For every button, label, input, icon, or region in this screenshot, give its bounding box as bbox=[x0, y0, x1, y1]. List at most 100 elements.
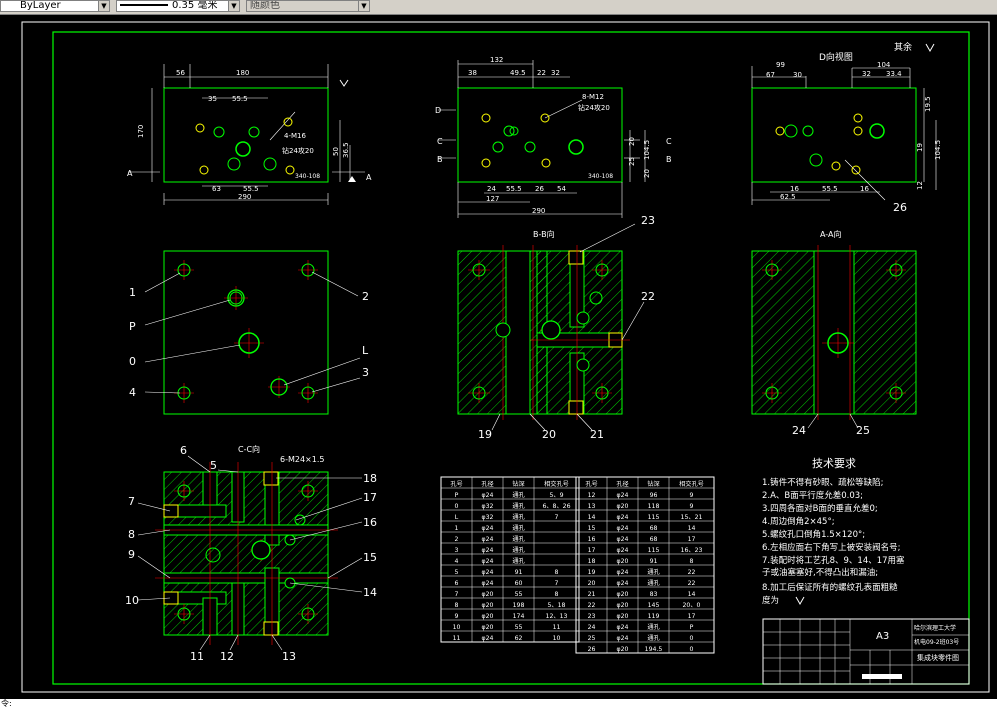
section-label: C bbox=[666, 137, 672, 146]
properties-toolbar: ByLayer ▼ 0.35 毫米 ▼ 随颜色 ▼ bbox=[0, 0, 997, 15]
table-cell: 通孔 bbox=[647, 623, 659, 631]
table-cell: φ24 bbox=[617, 624, 629, 631]
table-cell: 2 bbox=[455, 536, 459, 543]
section-label: A bbox=[366, 173, 372, 182]
note-text: 340-108 bbox=[588, 173, 613, 180]
tech-title: 技术要求 bbox=[812, 457, 856, 470]
hole-layout-view: 1 2 P 0 L 3 4 bbox=[129, 250, 369, 415]
table-cell: 通孔 bbox=[512, 557, 524, 565]
view-c-face bbox=[438, 60, 646, 218]
callout-number: 20 bbox=[542, 428, 556, 441]
table-cell: 13 bbox=[588, 503, 596, 510]
tech-item: 7.装配时将工艺孔8、9、14、17用塞 bbox=[762, 555, 905, 566]
note-text: 4-M16 bbox=[284, 132, 306, 140]
section-label: B bbox=[437, 155, 443, 164]
table-cell: 62 bbox=[515, 635, 523, 642]
dim-text: 170 bbox=[137, 125, 145, 138]
table-cell: φ24 bbox=[617, 547, 629, 554]
table-cell: φ24 bbox=[482, 492, 494, 499]
dim-text: 20 bbox=[643, 169, 651, 178]
roughness-symbol-icon bbox=[339, 79, 349, 87]
table-cell: φ32 bbox=[482, 503, 494, 510]
table-header: 相交孔号 bbox=[544, 480, 569, 488]
dim-text: 30 bbox=[793, 71, 802, 79]
chevron-down-icon[interactable]: ▼ bbox=[98, 1, 109, 11]
command-line[interactable]: 令: bbox=[0, 699, 997, 709]
table-cell: 22 bbox=[588, 602, 596, 609]
linetype-dropdown[interactable]: ByLayer ▼ bbox=[0, 0, 110, 12]
table-cell: φ24 bbox=[617, 536, 629, 543]
table-cell: 91 bbox=[650, 558, 658, 565]
table-cell: 115 bbox=[648, 547, 660, 554]
tech-item: 度为 bbox=[762, 595, 779, 606]
table-cell: 68 bbox=[650, 525, 658, 532]
table-cell: φ20 bbox=[482, 591, 494, 598]
table-cell: φ24 bbox=[617, 635, 629, 642]
table-cell: 15、21 bbox=[681, 514, 703, 521]
table-cell: 14 bbox=[688, 591, 696, 598]
dim-text: 26 bbox=[535, 185, 544, 193]
dim-text: 56 bbox=[176, 69, 185, 77]
table-cell: 11 bbox=[453, 635, 461, 642]
dim-text: 290 bbox=[238, 193, 251, 201]
table-cell: 96 bbox=[650, 492, 658, 499]
table-cell: φ20 bbox=[617, 591, 629, 598]
table-cell: φ24 bbox=[482, 558, 494, 565]
callout-number: 25 bbox=[856, 424, 870, 437]
table-cell: 20、0 bbox=[683, 602, 701, 609]
dim-text: 99 bbox=[776, 61, 785, 69]
class-number: 机电09-2班03号 bbox=[914, 638, 959, 646]
dim-text: 55.5 bbox=[506, 185, 522, 193]
table-cell: 20 bbox=[588, 580, 596, 587]
table-header: 相交孔号 bbox=[679, 480, 704, 488]
table-cell: 7 bbox=[555, 580, 559, 587]
section-label: C bbox=[437, 137, 443, 146]
table-cell: φ20 bbox=[617, 503, 629, 510]
drawing-name: 集成块零件图 bbox=[917, 653, 959, 662]
school-name: 哈尔滨理工大学 bbox=[914, 624, 956, 632]
table-cell: 通孔 bbox=[512, 513, 524, 521]
chevron-down-icon[interactable]: ▼ bbox=[228, 1, 239, 11]
dim-text: 63 bbox=[212, 185, 221, 193]
table-cell: φ24 bbox=[482, 580, 494, 587]
table-cell: 24 bbox=[588, 624, 596, 631]
dim-text: 127 bbox=[486, 195, 499, 203]
dim-text: 12 bbox=[916, 181, 924, 190]
dim-text: 67 bbox=[766, 71, 775, 79]
table-cell: 通孔 bbox=[512, 502, 524, 510]
callout-number: 11 bbox=[190, 650, 204, 663]
chevron-down-icon[interactable]: ▼ bbox=[358, 1, 369, 11]
table-cell: φ20 bbox=[482, 613, 494, 620]
table-header: 孔径 bbox=[616, 480, 628, 488]
dim-text: 33.4 bbox=[886, 70, 902, 78]
table-cell: 9 bbox=[690, 492, 694, 499]
table-cell: 11 bbox=[553, 624, 561, 631]
lineweight-value: 0.35 毫米 bbox=[172, 0, 218, 11]
lineweight-dropdown[interactable]: 0.35 毫米 ▼ bbox=[116, 0, 240, 12]
table-cell: 17 bbox=[688, 613, 696, 620]
table-cell: φ24 bbox=[482, 536, 494, 543]
view-a-holes bbox=[195, 117, 295, 175]
table-cell: 0 bbox=[690, 635, 694, 642]
drawing-canvas[interactable]: 56 180 35 55.5 63 55.5 290 170 50 36.5 4… bbox=[0, 14, 997, 699]
table-cell: 7 bbox=[555, 514, 559, 521]
table-cell: φ24 bbox=[617, 569, 629, 576]
table-cell: φ24 bbox=[617, 514, 629, 521]
dim-text: 16 bbox=[860, 185, 869, 193]
note-text: 8-M12 bbox=[582, 93, 604, 101]
callout-number: 15 bbox=[363, 551, 377, 564]
table-cell: φ20 bbox=[617, 613, 629, 620]
callout-number: 2 bbox=[362, 290, 369, 303]
table-cell: 通孔 bbox=[512, 524, 524, 532]
dim-text: 25 bbox=[628, 157, 636, 166]
tech-item: 2.A、B面平行度允差0.03; bbox=[762, 490, 863, 501]
table-cell: 14 bbox=[588, 514, 596, 521]
callout-number: 26 bbox=[893, 201, 907, 214]
table-cell: 8 bbox=[690, 558, 694, 565]
table-header: 孔号 bbox=[450, 480, 462, 488]
plotstyle-dropdown[interactable]: 随颜色 ▼ bbox=[246, 0, 370, 12]
dim-text: 180 bbox=[236, 69, 249, 77]
note-text: 钻24攻20 bbox=[578, 103, 610, 112]
dim-text: 49.5 bbox=[510, 69, 526, 77]
datum-triangle-icon bbox=[348, 176, 356, 182]
